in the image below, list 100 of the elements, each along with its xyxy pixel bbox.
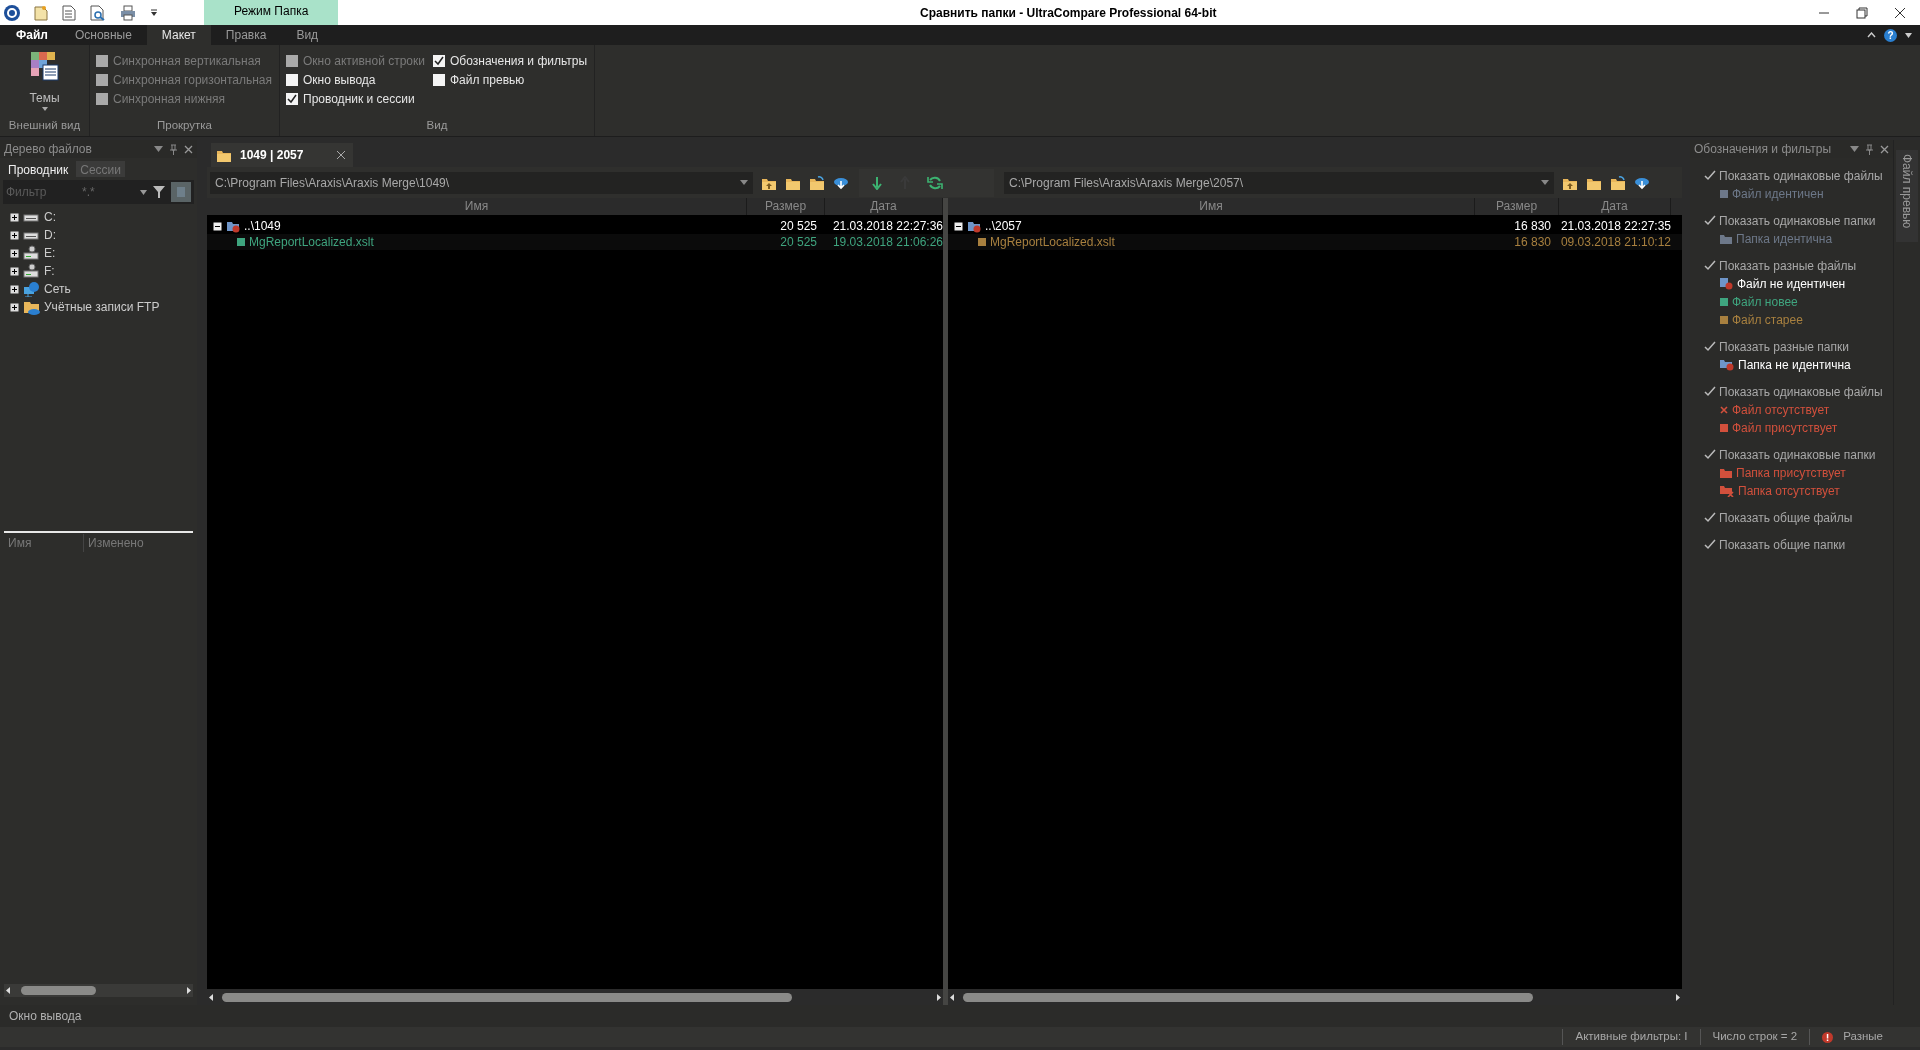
- checkbox-label: Проводник и сессии: [303, 90, 415, 108]
- column-header[interactable]: Дата: [1559, 198, 1671, 215]
- document-tab[interactable]: 1049 | 2057: [211, 143, 354, 167]
- ribbon-tab[interactable]: Макет: [146, 25, 211, 45]
- document-icon[interactable]: [62, 4, 76, 21]
- square-icon: [1720, 424, 1728, 432]
- file-size: 16 830: [1513, 218, 1552, 235]
- scroll-right-icon[interactable]: [184, 986, 193, 995]
- path-field[interactable]: C:\Program Files\Araxis\Araxis Merge\1049\: [210, 171, 753, 194]
- themes-icon: [29, 51, 60, 81]
- collapse-icon[interactable]: [213, 221, 222, 231]
- folder-refresh-icon[interactable]: [809, 175, 825, 190]
- checkmark-icon[interactable]: [1704, 512, 1716, 523]
- tree-item[interactable]: E:: [44, 244, 56, 262]
- file-size: 16 830: [1513, 234, 1552, 251]
- scroll-right-icon[interactable]: [1673, 992, 1682, 1002]
- status-text: Разные: [1843, 1029, 1883, 1045]
- checkbox[interactable]: [433, 54, 445, 67]
- expand-icon[interactable]: [10, 266, 19, 276]
- horizontal-scrollbar[interactable]: [207, 989, 943, 1005]
- network-drive-icon: [23, 263, 40, 279]
- folder-refresh-icon[interactable]: [1610, 175, 1626, 190]
- column-header[interactable]: Имя: [207, 198, 747, 215]
- column-header[interactable]: Размер: [747, 198, 825, 215]
- filter-label: Показать общие папки: [1719, 536, 1846, 554]
- path-field[interactable]: C:\Program Files\Araxis\Araxis Merge\2057\: [1004, 171, 1554, 194]
- checkbox[interactable]: [286, 92, 298, 105]
- cloud-download-icon[interactable]: [1634, 175, 1650, 190]
- scroll-left-icon[interactable]: [207, 992, 216, 1002]
- column-header[interactable]: Имя: [948, 198, 1475, 215]
- folder-warning-icon: [967, 219, 981, 233]
- folder-warning-icon: [226, 219, 240, 233]
- expand-icon[interactable]: [10, 284, 19, 294]
- collapse-icon[interactable]: [954, 221, 963, 231]
- file-name: ..\1049: [244, 218, 281, 235]
- ribbon-tab[interactable]: Вид: [281, 25, 334, 45]
- tree-item[interactable]: Сеть: [44, 280, 71, 298]
- sync-icon[interactable]: [927, 174, 943, 191]
- expand-icon[interactable]: [10, 302, 19, 312]
- checkmark-icon[interactable]: [1704, 170, 1716, 181]
- collapse-ribbon-icon[interactable]: [1867, 32, 1876, 38]
- context-tab[interactable]: Режим Папка: [204, 0, 339, 25]
- close-icon[interactable]: [337, 151, 346, 159]
- dropdown-icon[interactable]: [150, 8, 158, 17]
- tree-item[interactable]: Учётные записи FTP: [44, 298, 160, 316]
- expand-icon[interactable]: [10, 212, 19, 222]
- tree-item[interactable]: C:: [44, 208, 56, 226]
- folder-row[interactable]: ..\1049 20 525 21.03.2018 22:27:36: [207, 218, 943, 234]
- checkmark-icon[interactable]: [1704, 386, 1716, 397]
- checkmark-icon[interactable]: [1704, 341, 1716, 352]
- square-icon: [1720, 316, 1728, 324]
- app-logo-icon[interactable]: [4, 4, 20, 21]
- checkbox-label: Файл превью: [450, 71, 525, 89]
- path-text: C:\Program Files\Araxis\Araxis Merge\1049\: [215, 174, 451, 192]
- legend-label: Папка отсутствует: [1738, 483, 1840, 500]
- cross-icon: [1720, 406, 1728, 414]
- legend-label: Папка идентична: [1736, 231, 1833, 248]
- document-tab-title: 1049 | 2057: [240, 147, 304, 164]
- expand-icon[interactable]: [10, 248, 19, 258]
- checkmark-icon[interactable]: [1704, 539, 1716, 550]
- ribbon-tab[interactable]: Правка: [210, 25, 282, 45]
- restore-icon[interactable]: [1856, 6, 1868, 19]
- checkmark-icon[interactable]: [1704, 449, 1716, 460]
- checkmark-icon[interactable]: [1704, 260, 1716, 271]
- folder-row[interactable]: ..\2057 16 830 21.03.2018 22:27:35: [948, 218, 1682, 234]
- cloud-download-icon[interactable]: [833, 175, 849, 190]
- pin-icon[interactable]: [169, 143, 178, 155]
- close-icon[interactable]: [1880, 144, 1889, 154]
- horizontal-scrollbar[interactable]: [4, 984, 193, 997]
- pin-icon[interactable]: [1865, 143, 1874, 155]
- path-text: C:\Program Files\Araxis\Araxis Merge\2057\: [1009, 174, 1245, 192]
- column-header[interactable]: Размер: [1475, 198, 1559, 215]
- expand-icon[interactable]: [10, 230, 19, 240]
- print-preview-icon[interactable]: [90, 4, 106, 21]
- scroll-left-icon[interactable]: [4, 986, 13, 995]
- close-icon[interactable]: [1894, 6, 1906, 19]
- panel-tab[interactable]: Проводник: [4, 161, 73, 177]
- close-icon[interactable]: [184, 144, 193, 154]
- file-menu-tab[interactable]: Файл: [4, 25, 60, 45]
- file-size: 20 525: [779, 234, 818, 251]
- checkbox[interactable]: [433, 73, 445, 86]
- side-tab[interactable]: Файл превью: [1896, 150, 1918, 242]
- checkmark-icon: [434, 55, 444, 66]
- legend-label: Файл отсутствует: [1732, 402, 1830, 419]
- dropdown-icon[interactable]: [140, 189, 147, 195]
- filter-icon[interactable]: [153, 186, 165, 198]
- dropdown-icon[interactable]: [1905, 32, 1912, 38]
- group-label: Прокрутка: [155, 118, 214, 133]
- down-arrow-icon[interactable]: [871, 175, 883, 190]
- tree-item[interactable]: F:: [44, 262, 55, 280]
- printer-icon[interactable]: [120, 4, 136, 21]
- tree-item[interactable]: D:: [44, 226, 56, 244]
- checkmark-icon[interactable]: [1704, 215, 1716, 226]
- themes-button[interactable]: Темы: [15, 47, 74, 117]
- ribbon-tab[interactable]: Основные: [59, 25, 147, 45]
- checkbox[interactable]: [286, 73, 298, 86]
- file-row[interactable]: MgReportLocalized.xslt 16 830 09.03.2018 21:10:12: [948, 234, 1682, 250]
- horizontal-scrollbar[interactable]: [948, 989, 1682, 1005]
- file-row[interactable]: MgReportLocalized.xslt 20 525 19.03.2018 21:06:26: [207, 234, 943, 250]
- help-button[interactable]: ?: [1884, 28, 1897, 42]
